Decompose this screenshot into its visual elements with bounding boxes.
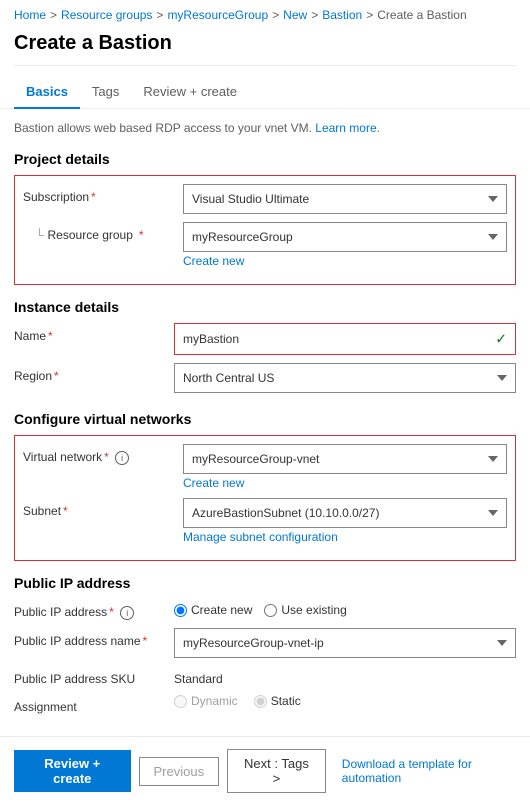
assignment-static-label: Static [271,694,301,708]
ip-sku-row: Public IP address SKU Standard [14,666,516,686]
assignment-static-radio [254,695,267,708]
ip-address-options: Create new Use existing [174,599,516,617]
title-divider [14,65,516,66]
resource-group-row: └ Resource group* myResourceGroup Create… [23,222,507,268]
virtual-network-select[interactable]: myResourceGroup-vnet [183,444,507,474]
name-input[interactable] [175,324,491,354]
assignment-label: Assignment [14,694,174,714]
breadcrumb-sep-3: > [311,8,318,22]
name-row: Name* ✓ [14,323,516,355]
breadcrumb-home[interactable]: Home [14,8,46,22]
assignment-options: Dynamic Static [174,694,516,708]
learn-more-link[interactable]: Learn more. [315,121,380,135]
subscription-row: Subscription* Visual Studio Ultimate [23,184,507,214]
project-details-title: Project details [14,151,516,167]
breadcrumb-bastion[interactable]: Bastion [322,8,362,22]
name-control: ✓ [174,323,516,355]
assignment-radio-group: Dynamic Static [174,694,516,708]
ip-radio-group: Create new Use existing [174,599,516,617]
page-title: Create a Bastion [0,28,530,65]
breadcrumb: Home > Resource groups > myResourceGroup… [0,0,530,28]
assignment-static-option[interactable]: Static [254,694,301,708]
resource-group-select[interactable]: myResourceGroup [183,222,507,252]
ip-create-new-radio[interactable] [174,604,187,617]
project-details-box: Subscription* Visual Studio Ultimate └ R… [14,175,516,285]
ip-name-row: Public IP address name* myResourceGroup-… [14,628,516,658]
public-ip-title: Public IP address [14,575,516,591]
resource-group-label-wrap: └ Resource group* [23,222,183,242]
name-valid-icon: ✓ [495,331,507,348]
ip-use-existing-radio[interactable] [264,604,277,617]
region-row: Region* North Central US [14,363,516,393]
ip-sku-value: Standard [174,666,516,686]
subscription-select[interactable]: Visual Studio Ultimate [183,184,507,214]
resource-group-label: Resource group [48,228,133,242]
region-select[interactable]: North Central US [174,363,516,393]
subscription-control: Visual Studio Ultimate [183,184,507,214]
virtual-network-row: Virtual network* i myResourceGroup-vnet … [23,444,507,490]
project-details-section: Project details Subscription* Visual Stu… [0,145,530,293]
name-label: Name* [14,323,174,343]
public-ip-section: Public IP address Public IP address* i C… [0,569,530,726]
subnet-control: AzureBastionSubnet (10.10.0.0/27) Manage… [183,498,507,544]
assignment-dynamic-radio [174,695,187,708]
virtual-networks-section: Configure virtual networks Virtual netwo… [0,405,530,569]
assignment-dynamic-option[interactable]: Dynamic [174,694,238,708]
ip-address-row: Public IP address* i Create new Use exis… [14,599,516,620]
breadcrumb-sep-4: > [366,8,373,22]
breadcrumb-current: Create a Bastion [377,8,466,22]
instance-details-title: Instance details [14,299,516,315]
subscription-label: Subscription* [23,184,183,204]
ip-address-info-icon: i [120,606,134,620]
download-template-link[interactable]: Download a template for automation [342,757,516,785]
review-create-button[interactable]: Review + create [14,750,131,792]
name-input-wrap: ✓ [174,323,516,355]
ip-name-control: myResourceGroup-vnet-ip [174,628,516,658]
virtual-network-info-icon: i [115,451,129,465]
info-text: Bastion allows web based RDP access to y… [0,117,530,145]
manage-subnet-link[interactable]: Manage subnet configuration [183,530,507,544]
ip-create-new-option[interactable]: Create new [174,603,252,617]
ip-sku-static: Standard [174,666,516,686]
subnet-row: Subnet* AzureBastionSubnet (10.10.0.0/27… [23,498,507,544]
next-button[interactable]: Next : Tags > [227,749,326,793]
assignment-row: Assignment Dynamic Static [14,694,516,714]
ip-sku-label: Public IP address SKU [14,666,174,686]
virtual-networks-title: Configure virtual networks [14,411,516,427]
virtual-network-create-new[interactable]: Create new [183,476,507,490]
region-control: North Central US [174,363,516,393]
breadcrumb-sep-1: > [156,8,163,22]
breadcrumb-sep-0: > [50,8,57,22]
tabs-bar: Basics Tags Review + create [0,78,530,109]
ip-use-existing-option[interactable]: Use existing [264,603,346,617]
footer: Review + create Previous Next : Tags > D… [0,736,530,805]
ip-name-label: Public IP address name* [14,628,174,648]
resource-group-create-new[interactable]: Create new [183,254,507,268]
tab-basics[interactable]: Basics [14,78,80,109]
breadcrumb-new[interactable]: New [283,8,307,22]
subnet-label: Subnet* [23,498,183,518]
tab-review-create[interactable]: Review + create [131,78,249,109]
ip-name-select[interactable]: myResourceGroup-vnet-ip [174,628,516,658]
breadcrumb-resource-groups[interactable]: Resource groups [61,8,152,22]
assignment-dynamic-label: Dynamic [191,694,238,708]
breadcrumb-sep-2: > [272,8,279,22]
breadcrumb-my-resource-group[interactable]: myResourceGroup [167,8,268,22]
previous-button[interactable]: Previous [139,757,220,786]
subnet-select[interactable]: AzureBastionSubnet (10.10.0.0/27) [183,498,507,528]
region-label: Region* [14,363,174,383]
indent-line: └ Resource group* [23,228,144,242]
ip-use-existing-label: Use existing [281,603,346,617]
virtual-networks-box: Virtual network* i myResourceGroup-vnet … [14,435,516,561]
virtual-network-label: Virtual network* i [23,444,183,465]
instance-details-section: Instance details Name* ✓ Region* North C… [0,293,530,405]
virtual-network-control: myResourceGroup-vnet Create new [183,444,507,490]
ip-create-new-label: Create new [191,603,252,617]
tab-tags[interactable]: Tags [80,78,131,109]
ip-address-label: Public IP address* i [14,599,174,620]
resource-group-control: myResourceGroup Create new [183,222,507,268]
